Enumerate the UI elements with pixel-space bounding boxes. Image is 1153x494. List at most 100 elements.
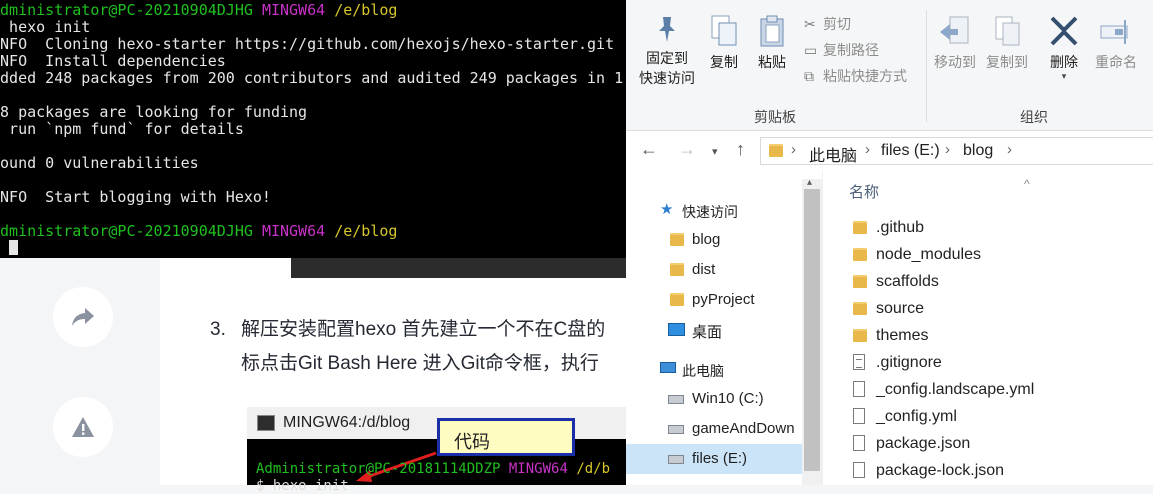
- forward-arrow-icon[interactable]: →: [678, 139, 696, 160]
- move-to-icon: [940, 16, 969, 44]
- rename-label: 重命名: [1095, 54, 1137, 70]
- drive-icon: [668, 455, 684, 464]
- paste-button[interactable]: 粘贴: [752, 14, 792, 72]
- folder-icon: [853, 329, 867, 342]
- clipboard-group-label: 剪贴板: [754, 109, 796, 125]
- pin-icon: [659, 17, 675, 42]
- star-icon: ★: [660, 201, 674, 218]
- copy-to-label: 复制到: [986, 54, 1028, 70]
- terminal-line: run `npm fund` for details: [0, 120, 244, 138]
- text-file-icon: [853, 354, 865, 370]
- file-icon: [853, 381, 865, 397]
- nav-drive-game[interactable]: gameAndDown: [626, 414, 822, 444]
- paste-label: 粘贴: [758, 54, 786, 70]
- recent-locations-chevron-icon[interactable]: ▾: [712, 145, 718, 158]
- copy-to-button[interactable]: 复制到: [982, 14, 1032, 72]
- screenshot-title: MINGW64:/d/blog: [283, 414, 411, 431]
- nav-drive-e[interactable]: files (E:): [626, 444, 822, 474]
- nav-scrollbar[interactable]: ▴: [802, 177, 822, 485]
- computer-icon: [660, 362, 676, 373]
- copy-button[interactable]: 复制: [704, 14, 744, 72]
- folder-icon: [853, 221, 867, 234]
- column-header-name[interactable]: 名称 ^: [849, 177, 1030, 202]
- delete-icon: [1050, 16, 1078, 46]
- nav-quick-access[interactable]: ★ 快速访问: [626, 195, 822, 225]
- screenshot-prompt-user: Administrator@PC-20181114DDZP: [256, 461, 501, 477]
- ribbon-divider: [926, 10, 927, 122]
- git-bash-terminal[interactable]: Administrator@PC-20210904DJHG MINGW64 /e…: [0, 0, 626, 258]
- folder-icon: [853, 302, 867, 315]
- scrollbar-thumb[interactable]: [804, 189, 820, 471]
- nav-this-pc[interactable]: 此电脑: [626, 354, 822, 384]
- breadcrumb-separator-icon: ›: [865, 141, 870, 158]
- pin-label-2: 快速访问: [639, 70, 695, 86]
- copy-label: 复制: [710, 54, 738, 70]
- breadcrumb-drive[interactable]: files (E:): [881, 142, 940, 160]
- scissors-icon: ✂: [804, 16, 816, 32]
- navigation-bar: ← → ▾ ↑ › 此电脑 › files (E:) › blog ›: [626, 131, 1153, 171]
- paste-shortcut-button[interactable]: ⧉ 粘贴快捷方式: [804, 66, 907, 86]
- file-list-pane: 名称 ^ .github node_modules scaffolds sour…: [822, 171, 1153, 485]
- folder-icon: [853, 248, 867, 261]
- copy-to-icon: [995, 16, 1020, 46]
- annotation-label: 代码: [454, 432, 490, 452]
- screenshot-prompt-env: MINGW64: [508, 461, 568, 477]
- cut-button[interactable]: ✂ 剪切: [804, 14, 851, 34]
- screenshot-command: $ hexo init: [256, 478, 349, 494]
- terminal-line: added 248 packages from 200 contributors…: [0, 69, 624, 87]
- step-number: 3.: [210, 319, 226, 340]
- delete-label: 删除: [1050, 54, 1078, 70]
- folder-icon: [670, 293, 684, 306]
- nav-item-desktop[interactable]: 桌面: [626, 315, 822, 345]
- file-icon: [853, 462, 865, 478]
- up-arrow-icon[interactable]: ↑: [736, 139, 745, 160]
- terminal-prompt-2: Administrator@PC-20210904DJHG MINGW64 /e…: [0, 222, 398, 240]
- chevron-down-icon: ▾: [1061, 71, 1067, 81]
- folder-icon: [769, 144, 783, 157]
- terminal-cursor: [9, 240, 19, 255]
- terminal-line: 18 packages are looking for funding: [0, 103, 308, 121]
- move-to-button[interactable]: 移动到: [930, 14, 980, 72]
- terminal-line: INFO Cloning hexo-starter https://github…: [0, 35, 615, 53]
- file-icon: [853, 408, 865, 424]
- move-to-label: 移动到: [934, 54, 976, 70]
- rename-icon: [1100, 20, 1128, 44]
- breadcrumb-this-pc[interactable]: 此电脑: [809, 142, 857, 166]
- copy-path-button[interactable]: ▭ 复制路径: [804, 40, 879, 60]
- step-text-line-1: 解压安装配置hexo 首先建立一个不在C盘的: [241, 319, 606, 340]
- paste-icon: [760, 15, 784, 47]
- screenshot-prompt-path: /d/b: [576, 461, 611, 477]
- drive-icon: [668, 425, 684, 434]
- previous-image-edge: [291, 258, 626, 278]
- breadcrumb-separator-icon: ›: [945, 141, 950, 158]
- file-explorer-window: 固定到 快速访问 复制 粘贴 ✂ 剪切 ▭ 复制路径 ⧉ 粘贴快捷方式 剪贴板 移动到…: [626, 0, 1153, 485]
- scroll-up-arrow-icon[interactable]: ▴: [807, 177, 812, 188]
- terminal-icon: [257, 415, 275, 431]
- step-text-line-2: 标点击Git Bash Here 进入Git命令框，执行: [241, 353, 599, 374]
- address-bar[interactable]: › 此电脑 › files (E:) › blog ›: [760, 137, 1153, 165]
- breadcrumb-separator-icon: ›: [1007, 141, 1012, 158]
- nav-item-pyproject[interactable]: pyProject: [626, 285, 822, 315]
- pin-to-quick-access-button[interactable]: 固定到 快速访问: [634, 14, 700, 88]
- pin-label-1: 固定到: [646, 50, 688, 66]
- paste-shortcut-icon: ⧉: [804, 68, 814, 84]
- nav-item-dist[interactable]: dist: [626, 255, 822, 285]
- drive-icon: [668, 395, 684, 404]
- terminal-prompt-1: Administrator@PC-20210904DJHG MINGW64 /e…: [0, 1, 398, 19]
- sort-ascending-icon: ^: [1024, 177, 1030, 191]
- desktop-icon: [668, 323, 685, 336]
- folder-icon: [853, 275, 867, 288]
- share-icon[interactable]: [53, 287, 113, 347]
- nav-item-blog[interactable]: blog: [626, 225, 822, 255]
- code-annotation-box: 代码: [437, 418, 575, 456]
- delete-button[interactable]: 删除 ▾: [1042, 14, 1086, 81]
- report-icon[interactable]: [53, 397, 113, 457]
- breadcrumb-blog[interactable]: blog: [963, 142, 993, 160]
- copy-path-icon: ▭: [804, 42, 818, 58]
- navigation-pane: ★ 快速访问 blog dist pyProject 桌面 此电脑 Win10 …: [626, 171, 822, 485]
- rename-button[interactable]: 重命名: [1088, 14, 1144, 72]
- folder-icon: [670, 263, 684, 276]
- terminal-input-line[interactable]: $: [0, 240, 19, 257]
- back-arrow-icon[interactable]: ←: [640, 139, 658, 160]
- nav-drive-c[interactable]: Win10 (C:): [626, 384, 822, 414]
